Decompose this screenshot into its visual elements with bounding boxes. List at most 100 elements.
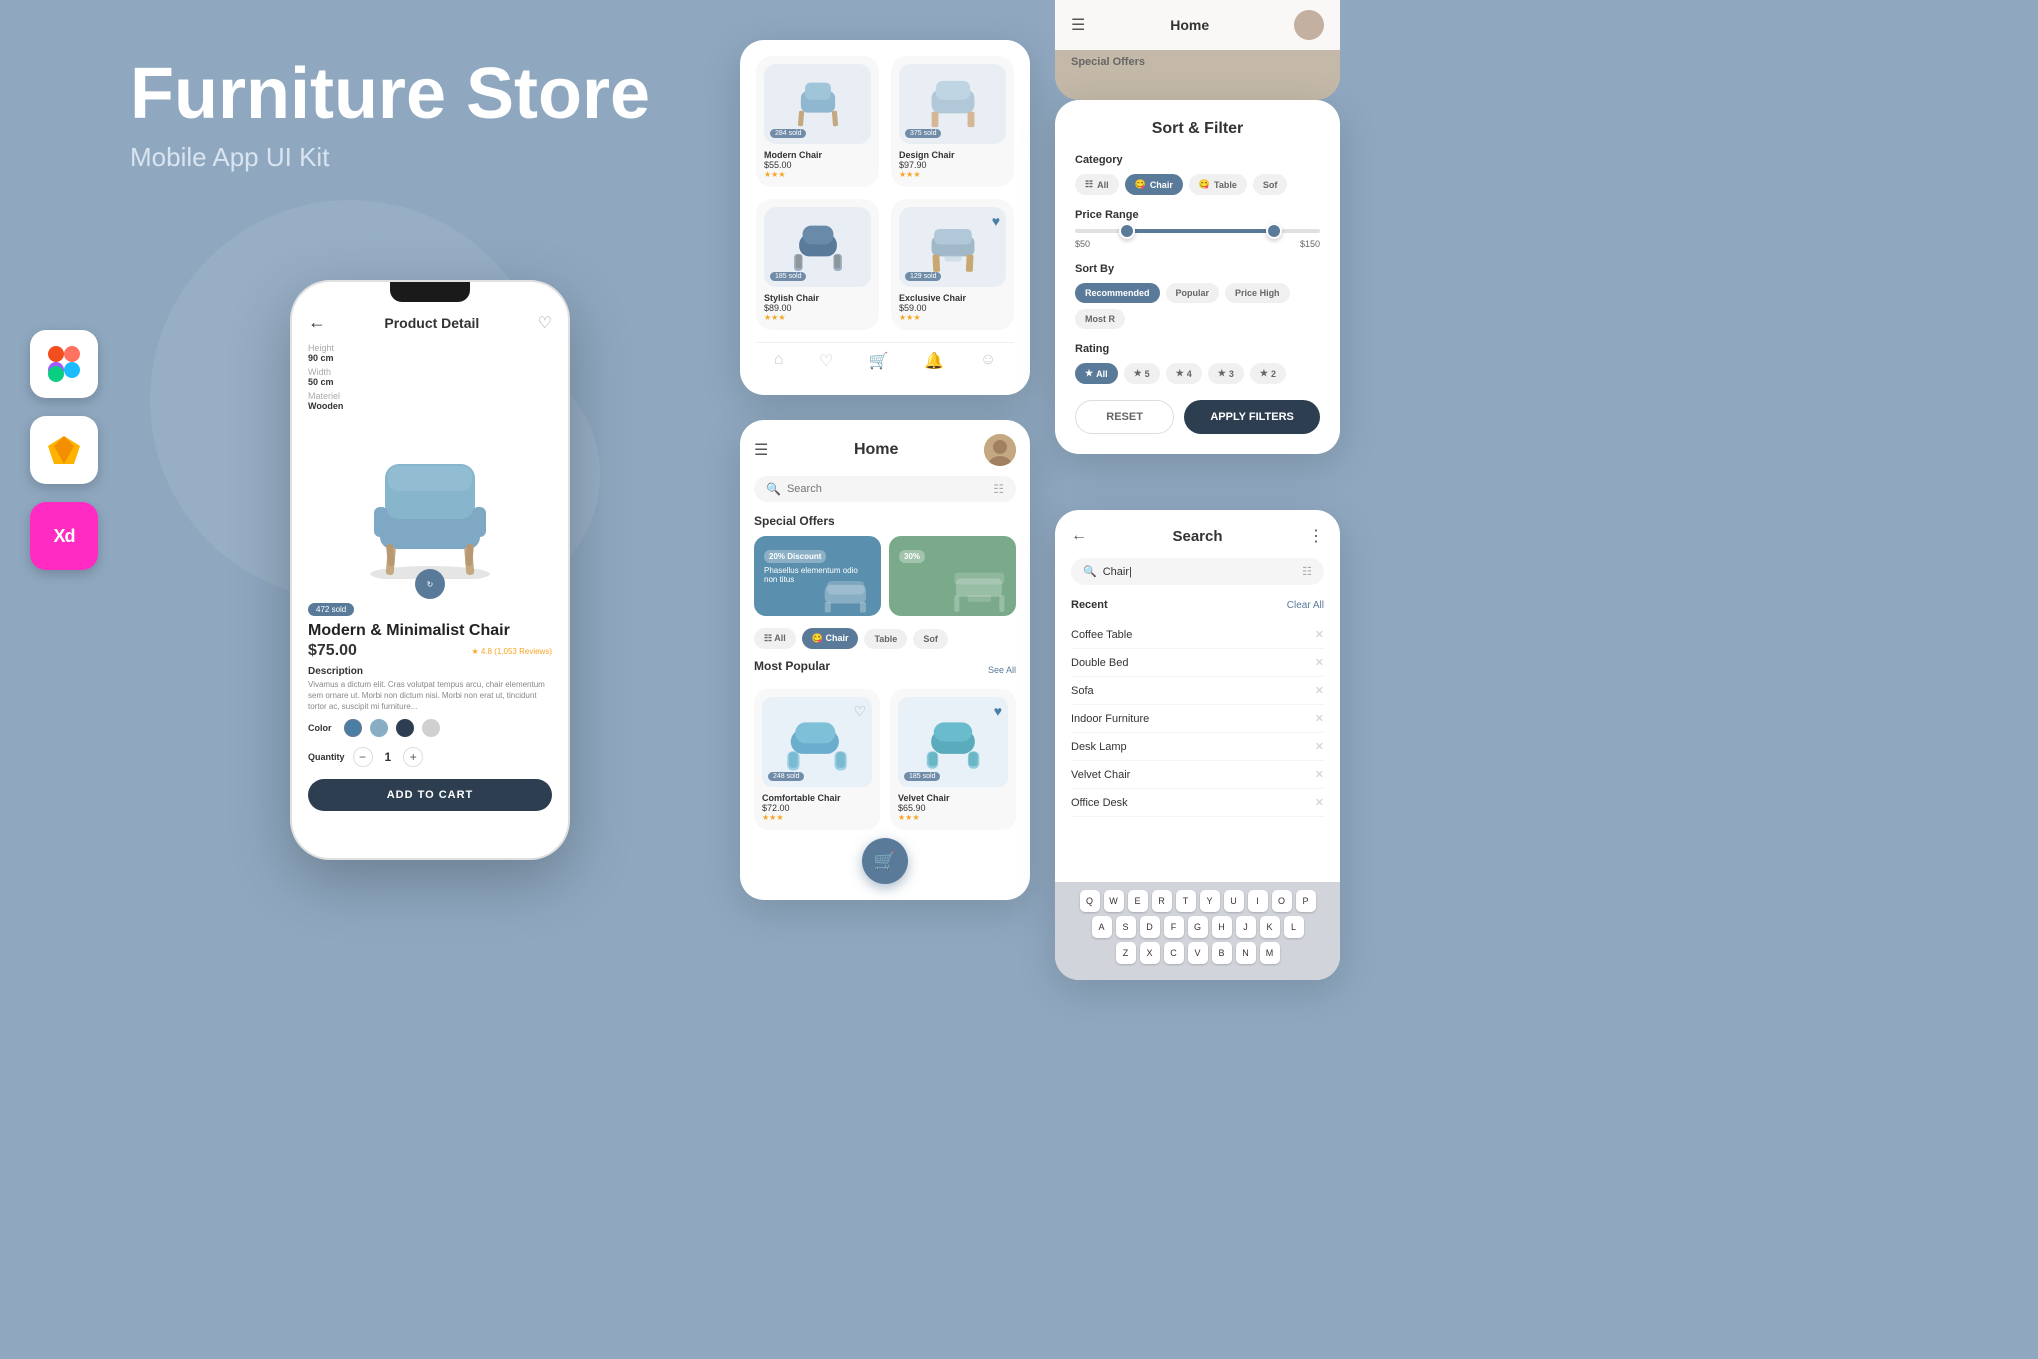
key-P[interactable]: P	[1296, 890, 1316, 912]
offer-card-1[interactable]: 20% Discount Phasellus elementum odio no…	[754, 536, 881, 616]
price-range-slider[interactable]: $50 $150	[1075, 229, 1320, 249]
wishlist-pop-1[interactable]: ♡	[853, 703, 866, 720]
key-R[interactable]: R	[1152, 890, 1172, 912]
key-V[interactable]: V	[1188, 942, 1208, 964]
search-more-icon[interactable]: ⋮	[1308, 526, 1324, 546]
home-cart-button[interactable]: 🛒	[862, 838, 908, 884]
key-G[interactable]: G	[1188, 916, 1208, 938]
key-L[interactable]: L	[1284, 916, 1304, 938]
home-cat-chair[interactable]: 😋 Chair	[802, 628, 859, 649]
product-card-2[interactable]: 375 sold Design Chair $97.90 ★★★	[891, 56, 1014, 187]
key-K[interactable]: K	[1260, 916, 1280, 938]
figma-icon[interactable]	[30, 330, 98, 398]
clear-all-button[interactable]: Clear All	[1287, 600, 1324, 611]
reset-button[interactable]: RESET	[1075, 400, 1174, 434]
product-card-4[interactable]: ♥ 129 sold Exclusive Chair $59.00 ★★★	[891, 199, 1014, 330]
key-D[interactable]: D	[1140, 916, 1160, 938]
back-button[interactable]: ←	[308, 312, 326, 333]
wishlist-icon[interactable]: ♡	[538, 313, 552, 333]
cat-table[interactable]: 😋 Table	[1189, 174, 1247, 195]
color-light-blue[interactable]	[370, 719, 388, 737]
key-W[interactable]: W	[1104, 890, 1124, 912]
nav-notifications[interactable]: 🔔	[924, 351, 944, 371]
color-gray[interactable]	[422, 719, 440, 737]
quantity-increase[interactable]: +	[403, 747, 423, 767]
search-input-container[interactable]: 🔍 ☷	[1071, 558, 1324, 585]
key-U[interactable]: U	[1224, 890, 1244, 912]
remove-sofa[interactable]: ✕	[1315, 684, 1324, 697]
slider-thumb-max[interactable]	[1266, 223, 1282, 239]
key-B[interactable]: B	[1212, 942, 1232, 964]
quantity-decrease[interactable]: −	[353, 747, 373, 767]
key-J[interactable]: J	[1236, 916, 1256, 938]
recent-item-coffee-table[interactable]: Coffee Table ✕	[1071, 621, 1324, 649]
popular-card-1[interactable]: ♡ 248 sold Comfortable Chair $72.00 ★★★	[754, 689, 880, 830]
rating-all[interactable]: ★ All	[1075, 363, 1118, 384]
recent-item-double-bed[interactable]: Double Bed ✕	[1071, 649, 1324, 677]
nav-favorites[interactable]: ♡	[819, 351, 833, 371]
home-menu-icon[interactable]: ☰	[754, 440, 768, 460]
adobe-xd-icon[interactable]: Xd	[30, 502, 98, 570]
remove-double-bed[interactable]: ✕	[1315, 656, 1324, 669]
cat-all[interactable]: ☷ All	[1075, 174, 1119, 195]
nav-cart[interactable]: 🛒	[869, 351, 889, 371]
key-E[interactable]: E	[1128, 890, 1148, 912]
sketch-icon[interactable]	[30, 416, 98, 484]
rating-4[interactable]: ★ 4	[1166, 363, 1202, 384]
key-I[interactable]: I	[1248, 890, 1268, 912]
recent-item-indoor[interactable]: Indoor Furniture ✕	[1071, 705, 1324, 733]
slider-thumb-min[interactable]	[1119, 223, 1135, 239]
remove-velvet-chair[interactable]: ✕	[1315, 768, 1324, 781]
recent-item-desk-lamp[interactable]: Desk Lamp ✕	[1071, 733, 1324, 761]
key-Z[interactable]: Z	[1116, 942, 1136, 964]
key-Y[interactable]: Y	[1200, 890, 1220, 912]
home-search-input[interactable]	[787, 483, 987, 495]
color-blue[interactable]	[344, 719, 362, 737]
popular-card-2[interactable]: ♥ 185 sold Velvet Chair $65.90 ★★★	[890, 689, 1016, 830]
360-button[interactable]: ↻	[415, 569, 445, 599]
key-S[interactable]: S	[1116, 916, 1136, 938]
wishlist-4[interactable]: ♥	[992, 213, 1000, 229]
rating-2[interactable]: ★ 2	[1250, 363, 1286, 384]
home-cat-all[interactable]: ☷ All	[754, 628, 796, 649]
home-search-bar[interactable]: 🔍 ☷	[754, 476, 1016, 502]
key-T[interactable]: T	[1176, 890, 1196, 912]
key-A[interactable]: A	[1092, 916, 1112, 938]
recent-item-sofa[interactable]: Sofa ✕	[1071, 677, 1324, 705]
remove-coffee-table[interactable]: ✕	[1315, 628, 1324, 641]
sort-recommended[interactable]: Recommended	[1075, 283, 1160, 303]
key-N[interactable]: N	[1236, 942, 1256, 964]
remove-office-desk[interactable]: ✕	[1315, 796, 1324, 809]
rating-3[interactable]: ★ 3	[1208, 363, 1244, 384]
wishlist-pop-2[interactable]: ♥	[994, 703, 1002, 719]
search-filter-icon[interactable]: ☷	[1302, 565, 1312, 578]
add-to-cart-button[interactable]: ADD TO CART	[308, 779, 552, 811]
mini-menu-icon[interactable]: ☰	[1071, 15, 1085, 35]
rating-5[interactable]: ★ 5	[1124, 363, 1160, 384]
key-C[interactable]: C	[1164, 942, 1184, 964]
home-avatar[interactable]	[984, 434, 1016, 466]
sort-price-high[interactable]: Price High	[1225, 283, 1290, 303]
see-all-button[interactable]: See All	[988, 665, 1016, 675]
remove-indoor[interactable]: ✕	[1315, 712, 1324, 725]
key-Q[interactable]: Q	[1080, 890, 1100, 912]
remove-desk-lamp[interactable]: ✕	[1315, 740, 1324, 753]
color-dark[interactable]	[396, 719, 414, 737]
sort-most-r[interactable]: Most R	[1075, 309, 1125, 329]
cat-chair[interactable]: 😋 Chair	[1125, 174, 1183, 195]
recent-item-velvet-chair[interactable]: Velvet Chair ✕	[1071, 761, 1324, 789]
product-card-1[interactable]: 284 sold Modern Chair $55.00 ★★★	[756, 56, 879, 187]
search-back-button[interactable]: ←	[1071, 527, 1087, 545]
filter-icon[interactable]: ☷	[993, 482, 1004, 496]
sort-popular[interactable]: Popular	[1166, 283, 1220, 303]
recent-item-office-desk[interactable]: Office Desk ✕	[1071, 789, 1324, 817]
key-X[interactable]: X	[1140, 942, 1160, 964]
nav-home[interactable]: ⌂	[774, 351, 784, 371]
key-M[interactable]: M	[1260, 942, 1280, 964]
home-cat-sof[interactable]: Sof	[913, 629, 948, 649]
offer-card-2[interactable]: 30%	[889, 536, 1016, 616]
key-H[interactable]: H	[1212, 916, 1232, 938]
key-F[interactable]: F	[1164, 916, 1184, 938]
search-text-input[interactable]	[1103, 566, 1296, 578]
home-cat-table[interactable]: Table	[864, 629, 907, 649]
